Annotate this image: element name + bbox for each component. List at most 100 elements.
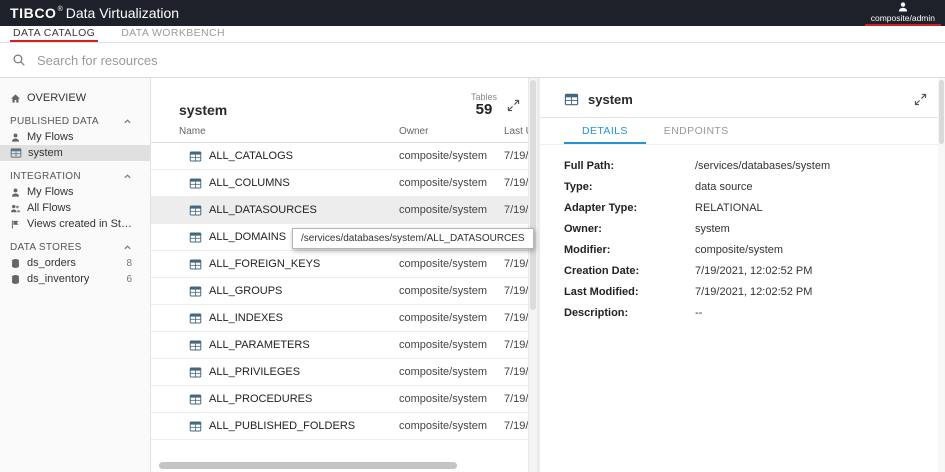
table-icon (189, 339, 202, 352)
tab-data-workbench[interactable]: DATA WORKBENCH (118, 26, 228, 42)
row-name: ALL_CATALOGS (209, 150, 293, 162)
row-name: ALL_PARAMETERS (209, 339, 310, 351)
row-last-updated: 7/19/ (504, 258, 528, 270)
sidebar-item-ds-orders[interactable]: ds_orders 8 (0, 255, 150, 271)
sidebar-section-data-stores[interactable]: DATA STORES (0, 239, 150, 255)
detail-field: Modifier: composite/system (564, 244, 921, 256)
row-last-updated: 7/19/ (504, 150, 528, 162)
row-owner: composite/system (399, 366, 504, 378)
row-last-updated: 7/19/ (504, 393, 528, 405)
list-meta: Tables 59 (471, 92, 522, 118)
detail-scrollbar[interactable] (938, 78, 945, 472)
field-value: 7/19/2021, 12:02:52 PM (695, 286, 812, 298)
table-row[interactable]: ALL_GROUPS composite/system 7/19/ (151, 278, 528, 305)
brand-name: TIBCO (10, 5, 57, 21)
sidebar-item-label: ds_inventory (27, 273, 89, 285)
table-icon (564, 92, 579, 107)
tables-count-value: 59 (471, 102, 497, 118)
table-row[interactable]: ALL_PUBLISHED_FOLDERS composite/system 7… (151, 413, 528, 440)
table-row[interactable]: ALL_COLUMNS composite/system 7/19/ (151, 170, 528, 197)
column-header-last-updated[interactable]: Last Up (504, 126, 528, 137)
item-count: 6 (126, 274, 132, 285)
row-name: ALL_INDEXES (209, 312, 283, 324)
detail-tabs: DETAILS ENDPOINTS (540, 118, 945, 145)
field-value: data source (695, 181, 752, 193)
detail-header: system (540, 78, 945, 118)
detail-field: Description: -- (564, 307, 921, 319)
vertical-scrollbar[interactable] (528, 78, 537, 472)
field-value: RELATIONAL (695, 202, 763, 214)
search-bar (0, 43, 945, 78)
row-owner: composite/system (399, 150, 504, 162)
section-label: DATA STORES (10, 242, 82, 253)
chevron-up-icon (123, 243, 132, 252)
table-icon (189, 420, 202, 433)
vertical-scrollbar-thumb[interactable] (530, 80, 536, 310)
sidebar-item-overview[interactable]: OVERVIEW (0, 90, 150, 106)
row-name: ALL_PROCEDURES (209, 393, 312, 405)
table-row[interactable]: ALL_PROCEDURES composite/system 7/19/ (151, 386, 528, 413)
table-icon (189, 393, 202, 406)
field-label: Modifier: (564, 244, 695, 256)
table-list-panel: system Tables 59 Name Owner Last Up (151, 78, 537, 472)
detail-scrollbar-thumb[interactable] (939, 80, 944, 144)
table-icon (189, 150, 202, 163)
sidebar-section-published-data[interactable]: PUBLISHED DATA (0, 113, 150, 129)
row-owner: composite/system (399, 312, 504, 324)
horizontal-scrollbar-thumb[interactable] (159, 462, 457, 469)
user-menu[interactable]: composite/admin (865, 1, 941, 26)
sidebar-item-label: ds_orders (27, 257, 76, 269)
sidebar-item-system[interactable]: system (0, 145, 150, 161)
column-headers: Name Owner Last Up (151, 120, 528, 143)
section-label: INTEGRATION (10, 171, 81, 182)
tab-data-catalog[interactable]: DATA CATALOG (10, 26, 98, 42)
list-header: system Tables 59 (151, 78, 528, 120)
row-owner: composite/system (399, 393, 504, 405)
row-owner: composite/system (399, 258, 504, 270)
chevron-up-icon (123, 172, 132, 181)
row-last-updated: 7/19/ (504, 312, 528, 324)
sidebar-section-integration[interactable]: INTEGRATION (0, 168, 150, 184)
sidebar-item-my-flows-integration[interactable]: My Flows (0, 184, 150, 200)
row-name: ALL_FOREIGN_KEYS (209, 258, 320, 270)
row-name: ALL_GROUPS (209, 285, 282, 297)
row-last-updated: 7/19/ (504, 420, 528, 432)
field-value: 7/19/2021, 12:02:52 PM (695, 265, 812, 277)
topbar: TIBCO ® Data Virtualization composite/ad… (0, 0, 945, 26)
table-row[interactable]: ALL_PRIVILEGES composite/system 7/19/ (151, 359, 528, 386)
sidebar-item-ds-inventory[interactable]: ds_inventory 6 (0, 271, 150, 287)
table-row[interactable]: ALL_DATASOURCES composite/system 7/19/ (151, 197, 528, 224)
person-icon (10, 187, 21, 198)
field-value: /services/databases/system (695, 160, 830, 172)
sidebar-item-label: system (28, 147, 63, 159)
flag-icon (10, 219, 21, 230)
table-row[interactable]: ALL_INDEXES composite/system 7/19/ (151, 305, 528, 332)
primary-tabbar: DATA CATALOG DATA WORKBENCH (0, 26, 945, 43)
user-icon (897, 1, 909, 13)
sidebar-item-my-flows-published[interactable]: My Flows (0, 129, 150, 145)
tab-details[interactable]: DETAILS (564, 118, 646, 144)
table-row[interactable]: ALL_FOREIGN_KEYS composite/system 7/19/ (151, 251, 528, 278)
search-input[interactable] (35, 52, 933, 69)
row-owner: composite/system (399, 177, 504, 189)
brand-logo: TIBCO ® Data Virtualization (10, 5, 179, 21)
field-label: Type: (564, 181, 695, 193)
expand-icon[interactable] (912, 91, 929, 108)
table-icon (10, 147, 22, 159)
table-icon (189, 312, 202, 325)
table-row[interactable]: ALL_CATALOGS composite/system 7/19/ (151, 143, 528, 170)
expand-icon[interactable] (505, 97, 522, 114)
detail-panel: system DETAILS ENDPOINTS Full Path: /ser… (540, 78, 945, 472)
row-owner: composite/system (399, 420, 504, 432)
detail-field: Full Path: /services/databases/system (564, 160, 921, 172)
field-label: Last Modified: (564, 286, 695, 298)
column-header-owner[interactable]: Owner (399, 126, 504, 137)
column-header-name[interactable]: Name (179, 126, 399, 137)
list-title: system (179, 102, 227, 118)
table-row[interactable]: ALL_PARAMETERS composite/system 7/19/ (151, 332, 528, 359)
sidebar-item-views-created-in-studio[interactable]: Views created in Studio (0, 216, 150, 232)
tab-endpoints[interactable]: ENDPOINTS (646, 118, 747, 144)
field-value: system (695, 223, 730, 235)
sidebar-item-all-flows[interactable]: All Flows (0, 200, 150, 216)
field-label: Description: (564, 307, 695, 319)
